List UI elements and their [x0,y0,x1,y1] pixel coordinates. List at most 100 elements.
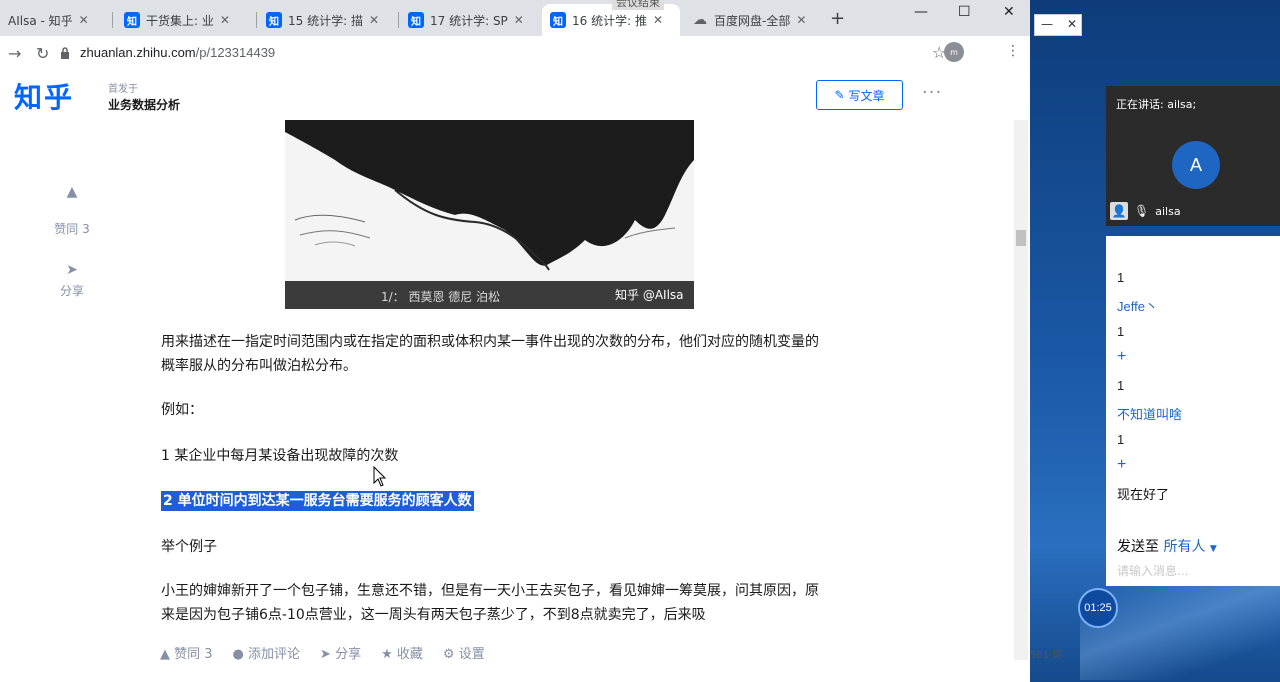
write-article-label: 写文章 [848,88,885,103]
like-button[interactable]: ▲ 赞同 3 [160,643,213,662]
tab-separator [112,12,113,28]
close-icon[interactable]: ✕ [220,13,230,27]
article-action-bar: ▲ 赞同 3 ● 添加评论 ➤ 分享 ★ 收藏 ⚙ 设置 [160,638,860,666]
selected-text-highlight: 2 单位时间内到达某一服务台需要服务的顾客人数 [161,491,474,511]
paper-plane-icon: ➤ [320,646,331,662]
participant-name: ailsa [1155,204,1181,218]
tab-separator [398,12,399,28]
example-item-2: 2 单位时间内到达某一服务台需要服务的顾客人数 [161,489,831,513]
microphone-icon[interactable]: 🎙 [1134,204,1149,218]
profile-avatar[interactable]: m [944,42,964,62]
zhihu-favicon-icon: 知 [266,12,282,28]
edit-icon: ✎ [834,88,845,102]
tab-label: 干货集上: 业 [146,13,214,28]
column-kicker: 首发于 [108,84,138,95]
close-icon[interactable]: ✕ [796,13,806,27]
tab-label: 百度网盘-全部 [714,13,791,28]
meeting-timer[interactable]: 01:25 [1078,588,1118,628]
page-scrollbar[interactable] [1014,120,1028,660]
participant-row: 👤 🎙 ailsa [1110,202,1181,220]
browser-window: AIlsa - 知乎 ✕ 知 干货集上: 业 ✕ 知 15 统计学: 描 ✕ 知… [0,0,1030,682]
send-to-label: 发送至 [1117,539,1159,555]
cloud-icon: ☁ [693,12,707,28]
chat-message: 1 [1117,270,1125,285]
send-to-target: 所有人 [1163,539,1206,555]
comment-icon: ● [232,646,244,662]
chat-message: 1 [1117,378,1125,393]
star-icon: ★ [381,646,393,662]
tab-label: 15 统计学: 描 [288,13,363,28]
close-icon[interactable]: ✕ [1067,17,1077,31]
chat-message: 1 [1117,324,1125,339]
address-bar[interactable]: zhuanlan.zhihu.com/p/123314439 [80,45,275,60]
address-toolbar: → ↻ zhuanlan.zhihu.com/p/123314439 ☆ [0,36,1030,72]
tab-baidu-pan[interactable]: ☁ 百度网盘-全部 ✕ [684,4,824,36]
more-options-icon[interactable]: ··· [922,82,942,103]
side-like-label: 赞同 3 [54,222,90,236]
reload-icon[interactable]: ↻ [36,44,49,63]
column-name[interactable]: 业务数据分析 [108,96,180,113]
side-share-label: 分享 [59,284,84,298]
comment-label: 添加评论 [248,646,301,662]
window-close-icon[interactable]: ✕ [1003,4,1015,20]
close-icon[interactable]: ✕ [369,13,379,27]
chat-message: 现在好了 [1117,487,1170,502]
poisson-portrait-image [285,120,694,281]
side-share-button[interactable]: ➤ 分享 [52,262,92,299]
settings-button[interactable]: ⚙ 设置 [443,643,485,662]
tab-label: 17 统计学: SP [430,13,508,28]
zhihu-favicon-icon: 知 [408,12,424,28]
share-button[interactable]: ➤ 分享 [320,643,361,662]
collect-button[interactable]: ★ 收藏 [381,643,423,662]
close-icon[interactable]: ✕ [79,13,89,27]
scrollbar-thumb[interactable] [1016,230,1026,246]
image-caption-text: 1/： 西莫恩 德尼 泊松 [381,290,501,304]
minimize-icon[interactable]: — [1041,17,1053,31]
side-like-button[interactable]: ▲ 赞同 3 [52,184,92,237]
chat-input[interactable]: 请输入消息... [1117,562,1188,579]
paper-plane-icon: ➤ [66,262,78,278]
share-label: 分享 [335,646,362,662]
like-label: 赞同 3 [174,646,213,662]
comment-button[interactable]: ● 添加评论 [233,643,301,662]
browser-menu-icon[interactable]: ⋮ [1006,43,1020,59]
maximize-icon[interactable]: ☐ [958,4,971,20]
tab-bar: AIlsa - 知乎 ✕ 知 干货集上: 业 ✕ 知 15 统计学: 描 ✕ 知… [0,0,1030,36]
new-tab-icon[interactable]: + [830,8,845,29]
speaking-indicator: 正在讲话: ailsa; [1116,98,1197,111]
speaker-avatar: A [1172,141,1220,189]
write-article-button[interactable]: ✎ 写文章 [816,80,903,110]
mouse-cursor-icon [373,466,387,487]
tab-stats-15[interactable]: 知 15 统计学: 描 ✕ [258,4,396,36]
chat-sender: 不知道叫啥 [1117,407,1183,422]
settings-label: 设置 [458,646,485,662]
article-paragraph-story: 小王的婶婶新开了一个包子铺，生意还不错，但是有一天小王去买包子，看见婶婶一筹莫展… [161,583,819,623]
image-watermark: 知乎 @AIlsa [615,288,684,302]
user-icon: 👤 [1110,202,1128,220]
send-to-selector[interactable]: 发送至 所有人 ▼ [1117,536,1217,556]
upvote-icon: ▲ [66,184,78,200]
gear-icon: ⚙ [442,646,455,662]
chat-message: 1 [1117,432,1125,447]
meeting-ended-tag: 会议结束 [612,0,664,10]
sub-heading: 举个例子 [161,539,217,555]
example-item-1: 1 某企业中每月某设备出现故障的次数 [161,448,399,464]
article-image: 1/： 西莫恩 德尼 泊松 知乎 @AIlsa [285,120,694,309]
back-arrow-icon[interactable]: → [8,44,21,63]
image-caption-bar: 1/： 西莫恩 德尼 泊松 知乎 @AIlsa [285,281,694,309]
chat-sender: Jeffe丶 [1117,299,1158,314]
zhihu-logo[interactable]: 知乎 [14,76,74,116]
tab-ganhuo[interactable]: 知 干货集上: 业 ✕ [116,4,254,36]
minimize-icon[interactable]: — [914,4,928,20]
meeting-mini-titlebar: — ✕ [1034,14,1082,36]
zhihu-favicon-icon: 知 [124,12,140,28]
chat-sender: + [1117,456,1127,473]
tab-stats-17[interactable]: 知 17 统计学: SP ✕ [400,4,538,36]
close-icon[interactable]: ✕ [653,13,663,27]
tab-ailsa-zhihu[interactable]: AIlsa - 知乎 ✕ [0,4,112,36]
word-count: 581 词 [1030,650,1063,661]
url-host: zhuanlan.zhihu.com [80,45,196,60]
chat-sender: + [1117,348,1127,365]
close-icon[interactable]: ✕ [514,13,524,27]
url-path: /p/123314439 [195,45,276,60]
